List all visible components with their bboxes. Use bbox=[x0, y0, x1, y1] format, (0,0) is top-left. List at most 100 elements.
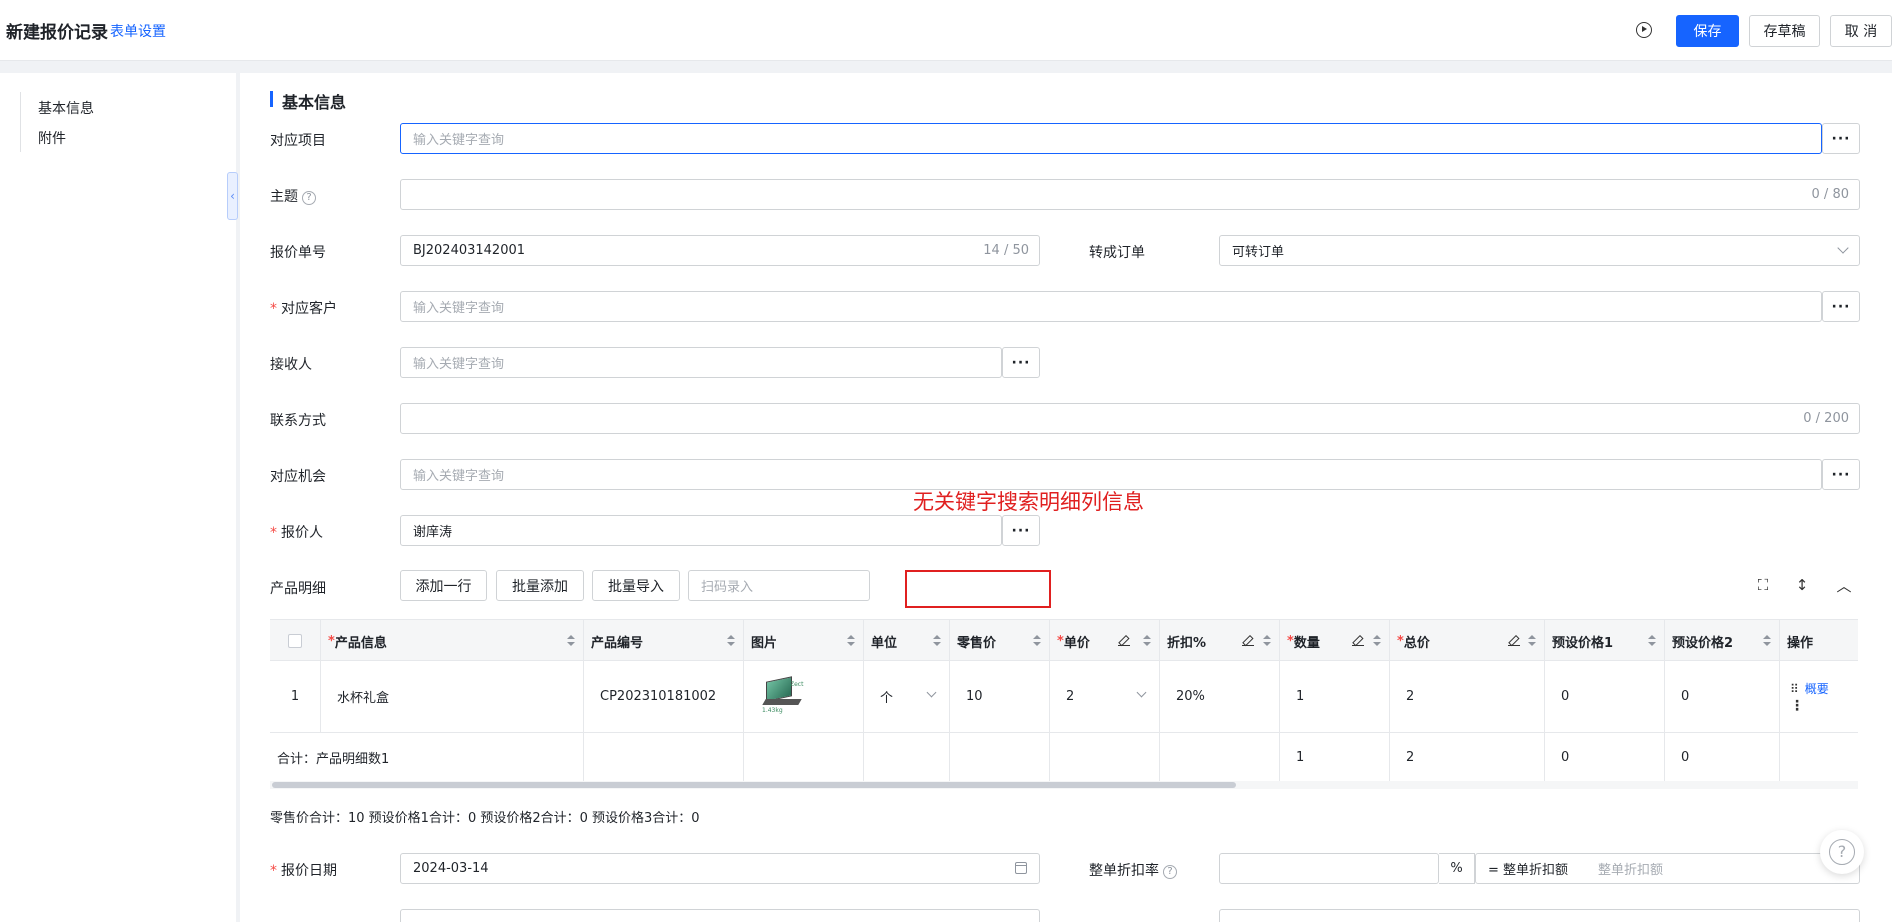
sort-icon[interactable] bbox=[1263, 635, 1271, 647]
row-unit-price-select[interactable]: 2 bbox=[1050, 661, 1160, 732]
receiver-lookup-button[interactable]: ··· bbox=[1002, 347, 1040, 378]
quote-date-value: 2024-03-14 bbox=[413, 861, 489, 876]
row-retail-price[interactable]: 10 bbox=[950, 661, 1050, 732]
contact-char-count: 0 / 200 bbox=[1803, 411, 1849, 426]
help-icon[interactable]: ? bbox=[1163, 865, 1177, 879]
left-nav: 基本信息 附件 bbox=[0, 73, 236, 922]
quoter-value: 谢庠涛 bbox=[413, 525, 453, 540]
drag-handle-icon[interactable]: ⠿ bbox=[1790, 682, 1799, 696]
sort-icon[interactable] bbox=[1373, 635, 1381, 647]
col-product-info-label: 产品信息 bbox=[334, 635, 387, 651]
col-product-info[interactable]: * 产品信息 bbox=[321, 620, 584, 662]
summary-quantity: 1 bbox=[1280, 733, 1390, 782]
discount-rate-input[interactable] bbox=[1219, 853, 1439, 884]
quoter-label-text: 报价人 bbox=[281, 525, 323, 541]
row-product-info[interactable]: 水杯礼盒 bbox=[321, 661, 584, 732]
edit-icon[interactable] bbox=[1242, 634, 1254, 646]
summary-total: 2 bbox=[1390, 733, 1545, 782]
sort-icon[interactable] bbox=[1143, 635, 1151, 647]
nav-item-basic-info[interactable]: 基本信息 bbox=[38, 98, 94, 118]
save-button[interactable]: 保存 bbox=[1676, 15, 1739, 47]
row-preset-price-2[interactable]: 0 bbox=[1665, 661, 1780, 732]
contact-input[interactable]: 0 / 200 bbox=[400, 403, 1860, 434]
convert-order-select[interactable]: 可转订单 bbox=[1219, 235, 1860, 266]
sort-icon[interactable] bbox=[847, 635, 855, 647]
row-quantity[interactable]: 1 bbox=[1280, 661, 1390, 732]
quote-date-picker[interactable]: 2024-03-14 bbox=[400, 853, 1040, 884]
edit-icon[interactable] bbox=[1352, 634, 1364, 646]
customer-lookup-button[interactable]: ··· bbox=[1822, 291, 1860, 322]
row-image[interactable]: Zect 1.43kg bbox=[744, 661, 864, 732]
project-lookup-button[interactable]: ··· bbox=[1822, 123, 1860, 154]
quote-no-value: BJ202403142001 bbox=[413, 243, 526, 258]
next-field-input-right[interactable] bbox=[1219, 909, 1860, 922]
table-horizontal-scrollbar[interactable] bbox=[270, 781, 1858, 789]
table-row: 1 水杯礼盒 CP202310181002 Zect 1.43kg 个 10 2… bbox=[270, 661, 1858, 733]
col-preset-price-1[interactable]: 预设价格1 bbox=[1545, 620, 1665, 662]
discount-amount-label: = 整单折扣额 bbox=[1488, 863, 1569, 878]
col-discount[interactable]: 折扣% bbox=[1160, 620, 1280, 662]
col-total-price-label: 总价 bbox=[1403, 635, 1430, 651]
fullscreen-icon[interactable]: ⛶ bbox=[1754, 576, 1772, 594]
cancel-button[interactable]: 取 消 bbox=[1830, 15, 1892, 47]
row-total-price[interactable]: 2 bbox=[1390, 661, 1545, 732]
col-unit-price[interactable]: * 单价 bbox=[1050, 620, 1160, 662]
row-preset-price-1[interactable]: 0 bbox=[1545, 661, 1665, 732]
receiver-input[interactable]: 输入关键字查询 bbox=[400, 347, 1002, 378]
sort-icon[interactable] bbox=[567, 635, 575, 647]
quote-no-label: 报价单号 bbox=[270, 245, 326, 261]
discount-amount-input[interactable]: = 整单折扣额 整单折扣额 bbox=[1475, 853, 1860, 884]
col-quantity[interactable]: * 数量 bbox=[1280, 620, 1390, 662]
quoter-lookup-button[interactable]: ··· bbox=[1002, 515, 1040, 546]
col-actions: 操作 bbox=[1780, 620, 1858, 662]
project-input[interactable]: 输入关键字查询 bbox=[400, 123, 1822, 154]
nav-item-attachments[interactable]: 附件 bbox=[38, 128, 66, 148]
help-icon[interactable]: ? bbox=[302, 191, 316, 205]
table-summary-row: 合计：产品明细数1 1 2 0 0 bbox=[270, 733, 1858, 783]
sort-icon[interactable] bbox=[727, 635, 735, 647]
scrollbar-thumb[interactable] bbox=[272, 782, 1236, 788]
quote-no-input[interactable]: BJ202403142001 14 / 50 bbox=[400, 235, 1040, 266]
collapse-sidebar-button[interactable]: ‹ bbox=[227, 172, 238, 220]
more-vertical-icon[interactable]: ⋮ bbox=[1790, 699, 1804, 713]
sort-icon[interactable] bbox=[1763, 635, 1771, 647]
play-circle-icon[interactable] bbox=[1636, 22, 1652, 38]
overview-link[interactable]: 概要 bbox=[1805, 680, 1829, 697]
sort-icon[interactable] bbox=[1648, 635, 1656, 647]
sort-icon[interactable] bbox=[933, 635, 941, 647]
chevron-down-icon bbox=[926, 687, 937, 698]
col-image[interactable]: 图片 bbox=[744, 620, 864, 662]
batch-import-button[interactable]: 批量导入 bbox=[592, 570, 680, 601]
save-draft-button[interactable]: 存草稿 bbox=[1749, 15, 1820, 47]
subject-char-count: 0 / 80 bbox=[1811, 187, 1849, 202]
summary-empty bbox=[864, 733, 950, 782]
edit-icon[interactable] bbox=[1508, 634, 1520, 646]
edit-icon[interactable] bbox=[1118, 634, 1130, 646]
col-image-label: 图片 bbox=[751, 635, 778, 651]
receiver-placeholder: 输入关键字查询 bbox=[413, 357, 505, 372]
resize-vertical-icon[interactable]: ↕ bbox=[1793, 576, 1811, 594]
scan-input[interactable]: 扫码录入 bbox=[688, 570, 870, 601]
subject-input[interactable]: 0 / 80 bbox=[400, 179, 1860, 210]
col-total-price[interactable]: * 总价 bbox=[1390, 620, 1545, 662]
row-discount[interactable]: 20% bbox=[1160, 661, 1280, 732]
chevron-up-icon[interactable]: ︿ bbox=[1835, 576, 1853, 595]
next-field-input[interactable] bbox=[400, 909, 1040, 922]
add-row-button[interactable]: 添加一行 bbox=[400, 570, 487, 601]
col-retail-price[interactable]: 零售价 bbox=[950, 620, 1050, 662]
col-product-code[interactable]: 产品编号 bbox=[584, 620, 744, 662]
batch-add-button[interactable]: 批量添加 bbox=[496, 570, 584, 601]
row-unit-select[interactable]: 个 bbox=[864, 661, 950, 732]
customer-input[interactable]: 输入关键字查询 bbox=[400, 291, 1822, 322]
sort-icon[interactable] bbox=[1033, 635, 1041, 647]
col-actions-label: 操作 bbox=[1787, 635, 1814, 651]
page-header: 新建报价记录 表单设置 保存 存草稿 取 消 bbox=[0, 0, 1892, 61]
opportunity-lookup-button[interactable]: ··· bbox=[1822, 459, 1860, 490]
floating-help-button[interactable]: ? bbox=[1820, 830, 1864, 874]
select-all-checkbox[interactable] bbox=[288, 634, 302, 648]
col-preset-price-2[interactable]: 预设价格2 bbox=[1665, 620, 1780, 662]
sort-icon[interactable] bbox=[1528, 635, 1536, 647]
form-settings-link[interactable]: 表单设置 bbox=[110, 21, 166, 41]
col-unit[interactable]: 单位 bbox=[864, 620, 950, 662]
quoter-input[interactable]: 谢庠涛 bbox=[400, 515, 1002, 546]
